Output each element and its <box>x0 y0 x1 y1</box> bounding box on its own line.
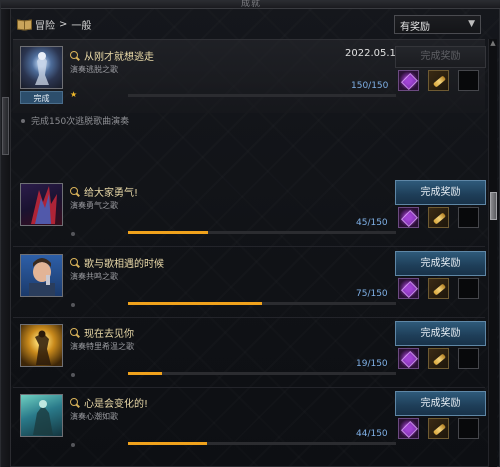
achievement-title-row: 现在去见你 <box>70 325 134 340</box>
achievement-title: 歌与歌相遇的时候 <box>84 259 164 270</box>
achievement-portrait <box>20 324 63 367</box>
breadcrumb: 冒险 > 一般 <box>17 16 91 32</box>
achievement-subtitle: 演奏逃脱之歌 <box>70 65 118 74</box>
bullet <box>71 373 75 377</box>
window-title: 成就 <box>240 0 262 9</box>
left-rail-handle[interactable] <box>2 97 9 155</box>
chevron-down-icon: ▼ <box>468 19 475 29</box>
list-scrollbar[interactable]: ▲ <box>488 39 497 467</box>
achievement-window: 成就 冒险 > 一般 有奖励 ▼ 完成 从刚才就想逃走 演奏逃脱之歌 2022.… <box>0 0 500 467</box>
achievement-title: 心是会变化的! <box>84 399 149 410</box>
progress-count: 45/150 <box>356 218 388 228</box>
empty-slot <box>458 207 479 228</box>
scroll-icon[interactable] <box>428 278 449 299</box>
achievement-subtitle: 演奏特里希温之歌 <box>70 342 134 351</box>
achievement-subtitle: 演奏共鸣之歌 <box>70 272 118 281</box>
divider <box>13 317 485 318</box>
purple-gem-icon[interactable] <box>398 278 419 299</box>
achievement-portrait <box>20 254 63 297</box>
achievement-title-row: 从刚才就想逃走 <box>70 48 154 63</box>
divider <box>13 387 485 388</box>
claim-reward-button[interactable]: 完成奖励 <box>395 321 486 346</box>
claim-reward-button[interactable]: 完成奖励 <box>395 46 486 68</box>
progress-bar <box>128 94 396 97</box>
progress-count: 75/150 <box>356 289 388 299</box>
empty-slot <box>458 278 479 299</box>
purple-gem-icon[interactable] <box>398 70 419 91</box>
completion-date: 2022.05.17 <box>345 48 403 59</box>
achievement-subtitle: 演奏勇气之歌 <box>70 201 118 210</box>
featured-achievement: 完成 从刚才就想逃走 演奏逃脱之歌 2022.05.17 150/150 ★ 完… <box>13 39 486 113</box>
reward-filter-dropdown[interactable]: 有奖励 ▼ <box>394 15 481 34</box>
purple-gem-icon[interactable] <box>398 207 419 228</box>
achievement-subtitle: 演奏心潮如歌 <box>70 412 118 421</box>
scrollbar-thumb[interactable] <box>490 192 497 220</box>
progress-bar <box>128 302 396 305</box>
divider <box>13 246 485 247</box>
achievement-portrait <box>20 46 63 89</box>
scroll-up-icon[interactable]: ▲ <box>489 39 497 47</box>
filter-selected: 有奖励 <box>400 22 430 33</box>
requirement-text: 完成150次逃脱歌曲演奏 <box>31 117 130 127</box>
bullet <box>71 303 75 307</box>
search-icon[interactable] <box>70 397 80 408</box>
progress-bar <box>128 442 396 445</box>
empty-slot <box>458 70 479 91</box>
completed-badge: 完成 <box>20 91 63 104</box>
breadcrumb-current: 一般 <box>71 20 92 32</box>
scroll-icon[interactable] <box>428 70 449 91</box>
bullet <box>21 118 25 123</box>
progress-fill <box>128 372 163 375</box>
progress-fill <box>128 442 207 445</box>
search-icon[interactable] <box>70 257 80 268</box>
claim-reward-button[interactable]: 完成奖励 <box>395 251 486 276</box>
progress-fill <box>128 302 262 305</box>
scroll-icon[interactable] <box>428 207 449 228</box>
search-icon[interactable] <box>70 186 80 197</box>
search-icon[interactable] <box>70 50 80 61</box>
scroll-icon[interactable] <box>428 418 449 439</box>
empty-slot <box>458 418 479 439</box>
progress-count: 44/150 <box>356 429 388 439</box>
progress-count: 150/150 <box>351 81 389 91</box>
achievement-title: 给大家勇气! <box>84 188 139 199</box>
claim-reward-button[interactable]: 完成奖励 <box>395 180 486 205</box>
achievement-title-row: 心是会变化的! <box>70 395 148 410</box>
achievement-portrait <box>20 394 63 437</box>
bullet <box>71 443 75 447</box>
scroll-icon[interactable] <box>428 348 449 369</box>
achievement-list: 完成 从刚才就想逃走 演奏逃脱之歌 2022.05.17 150/150 ★ 完… <box>13 39 486 467</box>
achievement-title: 现在去见你 <box>84 329 134 340</box>
book-icon <box>17 19 31 29</box>
bullet <box>71 232 75 236</box>
achievement-title-row: 给大家勇气! <box>70 184 138 199</box>
achievement-portrait <box>20 183 63 226</box>
purple-gem-icon[interactable] <box>398 348 419 369</box>
progress-fill <box>128 231 209 234</box>
left-rail <box>1 9 11 467</box>
search-icon[interactable] <box>70 327 80 338</box>
achievement-title-row: 歌与歌相遇的时候 <box>70 255 164 270</box>
empty-slot <box>458 348 479 369</box>
achievement-title: 从刚才就想逃走 <box>84 52 154 63</box>
breadcrumb-separator: > <box>59 18 68 30</box>
progress-bar <box>128 372 396 375</box>
star-icon: ★ <box>70 90 78 99</box>
purple-gem-icon[interactable] <box>398 418 419 439</box>
requirement-row: 完成150次逃脱歌曲演奏 <box>21 114 129 127</box>
claim-reward-button[interactable]: 完成奖励 <box>395 391 486 416</box>
progress-bar <box>128 231 396 234</box>
progress-count: 19/150 <box>356 359 388 369</box>
title-bar[interactable]: 成就 <box>1 0 500 9</box>
breadcrumb-root[interactable]: 冒险 <box>35 17 55 32</box>
